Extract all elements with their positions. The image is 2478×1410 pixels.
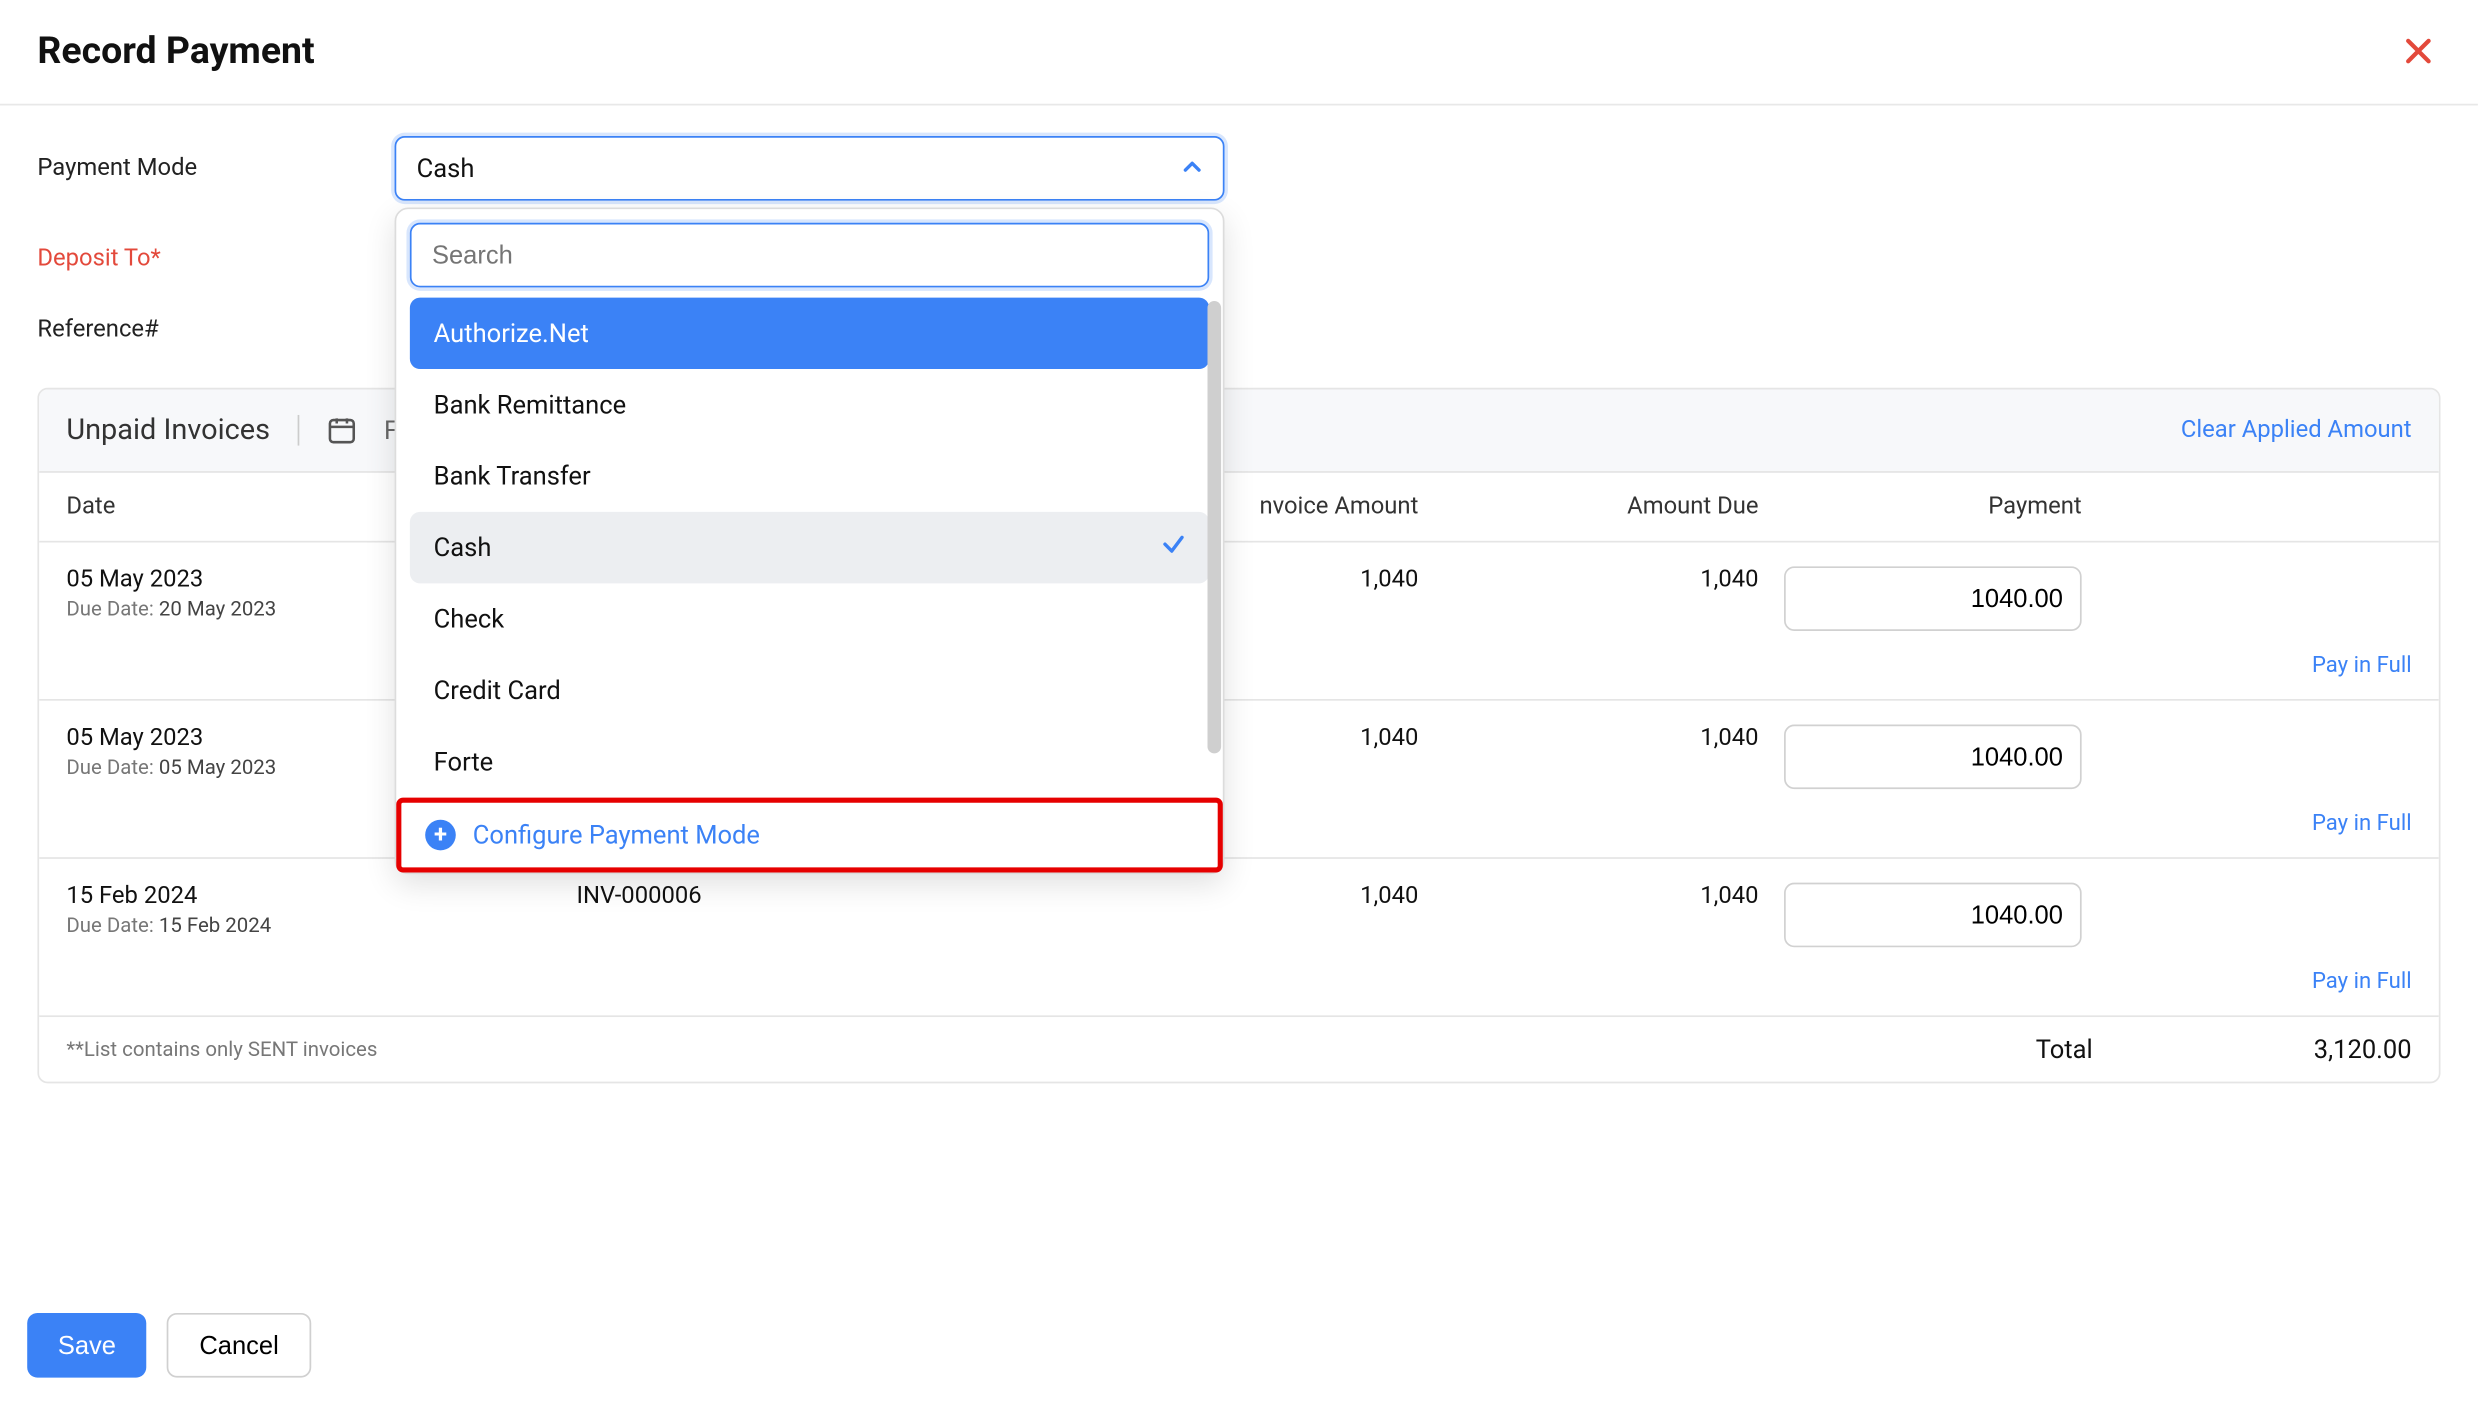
due-label: Due Date [66, 597, 149, 621]
pay-in-full-link[interactable]: Pay in Full [2312, 811, 2412, 837]
due-label: Due Date [66, 755, 149, 779]
total-value: 3,120.00 [2314, 1034, 2412, 1065]
payment-mode-option[interactable]: Bank Transfer [410, 440, 1209, 511]
configure-payment-mode[interactable]: + Configure Payment Mode [396, 798, 1223, 873]
option-label: Bank Transfer [434, 461, 591, 492]
col-amount-due: Amount Due [1418, 493, 1758, 520]
payment-mode-select[interactable]: Cash [395, 136, 1225, 201]
deposit-to-label: Deposit To* [37, 245, 394, 272]
due-label: Due Date [66, 913, 149, 937]
date-cell: 15 Feb 2024Due Date: 15 Feb 2024 [66, 883, 576, 937]
option-label: Credit Card [434, 675, 561, 706]
payment-mode-option[interactable]: Check [410, 583, 1209, 654]
save-button[interactable]: Save [27, 1313, 146, 1378]
col-payment: Payment [1759, 493, 2082, 520]
option-label: Authorize.Net [434, 318, 589, 349]
dropdown-search-input[interactable] [410, 223, 1209, 288]
payment-mode-label: Payment Mode [37, 155, 394, 182]
payment-input[interactable] [1784, 566, 2082, 631]
amount-due: 1,040 [1418, 724, 1758, 751]
amount-due: 1,040 [1418, 566, 1758, 593]
payment-input[interactable] [1784, 724, 2082, 789]
page-title: Record Payment [37, 31, 314, 74]
invoice-date: 15 Feb 2024 [66, 883, 576, 910]
cancel-button[interactable]: Cancel [167, 1313, 311, 1378]
calendar-icon[interactable] [326, 415, 357, 446]
payment-mode-option[interactable]: Credit Card [410, 655, 1209, 726]
payment-mode-dropdown: Authorize.Net Bank Remittance Bank Transfe… [395, 207, 1225, 874]
close-button[interactable] [2396, 31, 2440, 72]
due-date: 20 May 2023 [159, 597, 276, 621]
payment-mode-row: Payment Mode Cash Authorize.NetBank Remi… [37, 136, 2440, 201]
option-label: Bank Remittance [434, 389, 626, 420]
chevron-up-icon [1182, 153, 1202, 184]
payment-mode-value: Cash [417, 153, 475, 184]
payment-mode-option[interactable]: Forte [410, 726, 1209, 797]
pay-in-full-link[interactable]: Pay in Full [2312, 969, 2412, 995]
unpaid-invoices-heading: Unpaid Invoices [66, 413, 270, 447]
invoice-no: INV-000006 [577, 883, 1019, 910]
clear-applied-amount-link[interactable]: Clear Applied Amount [2181, 417, 2412, 444]
payment-mode-option[interactable]: Authorize.Net [410, 298, 1209, 369]
pay-in-full-link[interactable]: Pay in Full [2312, 653, 2412, 679]
close-icon [2403, 35, 2434, 66]
payment-input[interactable] [1784, 883, 2082, 948]
table-row: 15 Feb 2024Due Date: 15 Feb 2024INV-0000… [39, 859, 2439, 958]
option-label: Forte [434, 747, 494, 778]
plus-circle-icon: + [425, 820, 456, 851]
configure-payment-mode-label: Configure Payment Mode [473, 820, 760, 851]
reference-label: Reference# [37, 316, 394, 343]
table-footnote: **List contains only SENT invoices [66, 1037, 377, 1061]
invoice-amount: 1,040 [1019, 883, 1419, 910]
dropdown-scrollbar[interactable] [1207, 301, 1221, 753]
separator [297, 415, 299, 446]
option-label: Cash [434, 532, 492, 563]
due-date: 05 May 2023 [159, 755, 276, 779]
payment-mode-option[interactable]: Bank Remittance [410, 369, 1209, 440]
due-date: 15 Feb 2024 [159, 913, 271, 937]
total-label: Total [2036, 1034, 2093, 1065]
payment-mode-option[interactable]: Cash [410, 512, 1209, 583]
option-label: Check [434, 604, 504, 635]
check-icon [1162, 532, 1186, 563]
amount-due: 1,040 [1418, 883, 1758, 910]
